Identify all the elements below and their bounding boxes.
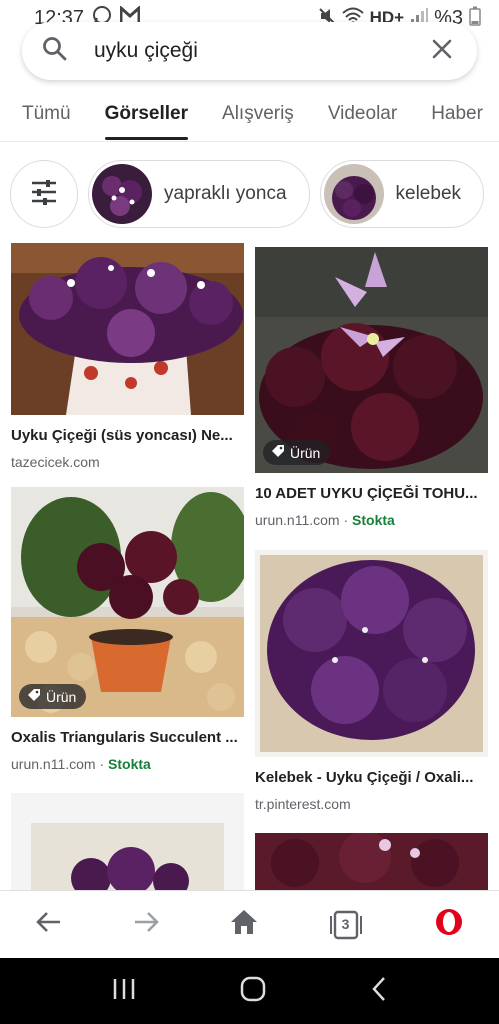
forward-arrow-icon[interactable] [133, 910, 159, 939]
system-navigation-bar [0, 958, 499, 1024]
result-image[interactable] [255, 833, 488, 890]
tag-icon [271, 444, 285, 461]
tab-images[interactable]: Görseller [104, 92, 189, 141]
search-tabs: Tümü Görseller Alışveriş Videolar Haber [0, 92, 499, 142]
tab-news[interactable]: Haber [431, 92, 483, 141]
search-icon[interactable] [42, 36, 68, 67]
result-image[interactable] [11, 243, 244, 415]
badge-label: Ürün [290, 444, 321, 461]
tab-videos[interactable]: Videolar [328, 92, 397, 141]
home-icon[interactable] [230, 909, 258, 940]
chip-thumbnail [92, 164, 152, 224]
chip-yaprakli-yonca[interactable]: yapraklı yonca [88, 160, 310, 228]
tab-shopping[interactable]: Alışveriş [222, 92, 294, 141]
image-result[interactable] [11, 793, 244, 890]
browser-toolbar: 3 [0, 890, 499, 958]
tab-all[interactable]: Tümü [22, 92, 71, 141]
stock-label: Stokta [108, 756, 151, 772]
result-image[interactable]: Ürün [255, 247, 488, 473]
product-badge: Ürün [263, 440, 331, 465]
badge-label: Ürün [46, 688, 77, 705]
product-badge: Ürün [19, 684, 87, 709]
system-back-icon[interactable] [371, 976, 387, 1007]
sliders-icon [30, 179, 58, 210]
tabs-icon[interactable]: 3 [329, 910, 363, 940]
search-bar[interactable]: uyku çiçeği [22, 22, 477, 80]
result-source: urun.n11.com · Stokta [255, 512, 395, 528]
recent-apps-icon[interactable] [112, 978, 136, 1005]
chip-label: kelebek [395, 183, 462, 204]
chip-label: yapraklı yonca [164, 183, 287, 204]
opera-menu-icon[interactable] [434, 907, 464, 942]
chip-kelebek[interactable]: kelebek [319, 160, 485, 228]
image-result[interactable]: Kelebek - Uyku Çiçeği / Oxali... tr.pint… [255, 550, 488, 812]
source-domain: urun.n11.com [255, 512, 340, 528]
image-result[interactable] [255, 833, 488, 890]
image-result[interactable]: Uyku Çiçeği (süs yoncası) Ne... tazecice… [11, 243, 244, 470]
chip-thumbnail [323, 164, 384, 224]
back-arrow-icon[interactable] [35, 910, 62, 939]
image-result[interactable]: Ürün Oxalis Triangularis Succulent ... u… [11, 487, 244, 772]
result-source: tazecicek.com [11, 454, 100, 470]
result-source: tr.pinterest.com [255, 796, 351, 812]
search-input[interactable]: uyku çiçeği [94, 39, 198, 63]
result-image[interactable]: Ürün [11, 487, 244, 717]
result-source: urun.n11.com · Stokta [11, 756, 151, 772]
result-title[interactable]: Oxalis Triangularis Succulent ... [11, 729, 244, 746]
stock-label: Stokta [352, 512, 395, 528]
filter-button[interactable] [10, 160, 78, 228]
result-title[interactable]: 10 ADET UYKU ÇİÇEĞİ TOHU... [255, 485, 488, 502]
tab-count: 3 [341, 915, 350, 932]
filter-chips: yapraklı yonca kelebek [10, 160, 485, 230]
tag-icon [27, 688, 41, 705]
home-button-icon[interactable] [240, 976, 266, 1007]
result-image[interactable] [255, 550, 488, 757]
result-image[interactable] [11, 793, 244, 890]
source-domain: urun.n11.com [11, 756, 96, 772]
result-title[interactable]: Kelebek - Uyku Çiçeği / Oxali... [255, 769, 488, 786]
close-icon[interactable] [431, 38, 453, 65]
battery-icon [469, 6, 481, 31]
result-title[interactable]: Uyku Çiçeği (süs yoncası) Ne... [11, 427, 244, 444]
image-result[interactable]: Ürün 10 ADET UYKU ÇİÇEĞİ TOHU... urun.n1… [255, 247, 488, 528]
